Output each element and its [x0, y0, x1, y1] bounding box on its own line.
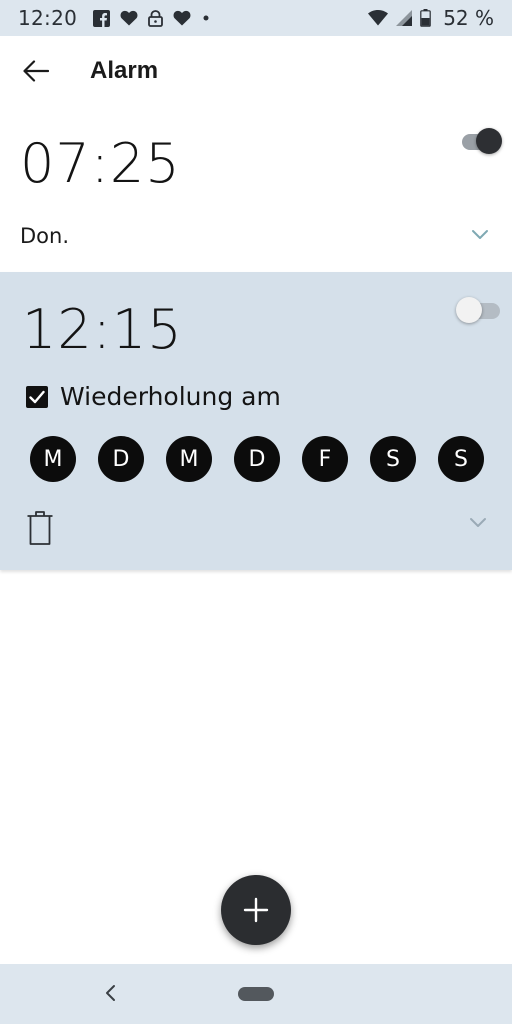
check-icon: [29, 390, 45, 403]
weekday-selector: M D M D F S S: [30, 436, 484, 482]
alarm-time[interactable]: 07:25: [20, 132, 181, 195]
chevron-down-icon[interactable]: [468, 512, 488, 532]
day-toggle-monday[interactable]: M: [30, 436, 76, 482]
day-toggle-saturday[interactable]: S: [370, 436, 416, 482]
back-button[interactable]: [8, 43, 64, 99]
nav-back-icon[interactable]: [100, 982, 122, 1004]
toggle-thumb: [476, 128, 502, 154]
alarm-toggle[interactable]: [462, 126, 506, 158]
day-toggle-wednesday[interactable]: M: [166, 436, 212, 482]
wifi-icon: [368, 10, 389, 26]
app-bar: Alarm: [0, 36, 512, 106]
status-bar: 12:20 52 %: [0, 0, 512, 36]
add-alarm-button[interactable]: [221, 875, 291, 945]
day-toggle-tuesday[interactable]: D: [98, 436, 144, 482]
status-left: 12:20: [18, 6, 211, 30]
day-toggle-sunday[interactable]: S: [438, 436, 484, 482]
signal-icon: [396, 10, 413, 26]
alarm-toggle[interactable]: [456, 296, 502, 326]
day-toggle-thursday[interactable]: D: [234, 436, 280, 482]
facebook-icon: [93, 9, 111, 27]
chevron-down-icon[interactable]: [470, 224, 490, 244]
status-time: 12:20: [18, 6, 78, 30]
plus-icon: [243, 897, 269, 923]
system-nav-bar: [0, 964, 512, 1024]
repeat-label: Wiederholung am: [60, 382, 281, 411]
lock-icon: [148, 9, 164, 27]
repeat-checkbox[interactable]: [26, 385, 48, 408]
heart-icon: [120, 10, 138, 26]
status-right: 52 %: [368, 6, 494, 30]
alarm-days-label: Don.: [20, 224, 70, 248]
page-title: Alarm: [90, 57, 159, 84]
repeat-checkbox-row[interactable]: Wiederholung am: [26, 382, 281, 411]
day-toggle-friday[interactable]: F: [302, 436, 348, 482]
trash-icon[interactable]: [26, 510, 54, 546]
alarm-time[interactable]: 12:15: [22, 298, 183, 361]
alarm-item-expanded[interactable]: 12:15 Wiederholung am M D M D F S S: [0, 272, 512, 570]
alarm-item[interactable]: 07:25 Don.: [0, 106, 512, 272]
battery-percent: 52 %: [443, 6, 494, 30]
dot-icon: [201, 13, 211, 23]
toggle-thumb: [456, 297, 482, 323]
heart-icon: [173, 10, 191, 26]
battery-icon: [420, 9, 431, 27]
nav-home-pill[interactable]: [238, 987, 274, 1001]
arrow-left-icon: [23, 60, 49, 82]
